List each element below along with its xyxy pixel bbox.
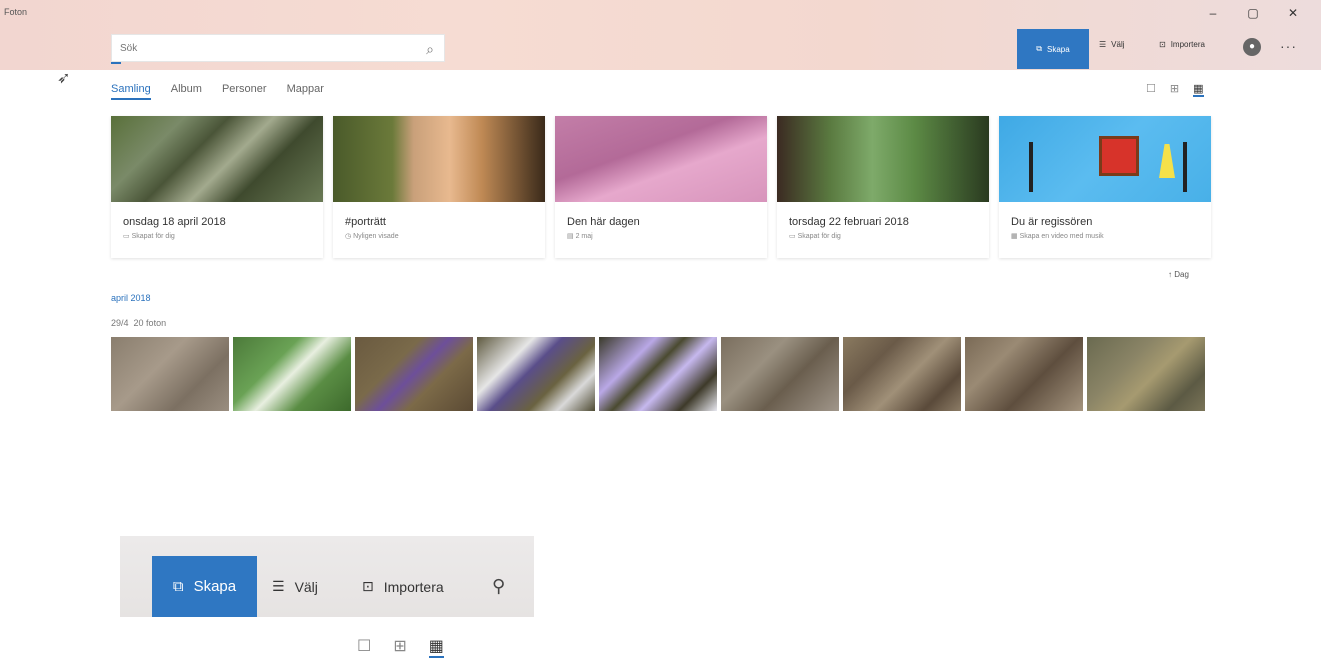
clock-icon: ◷: [345, 233, 352, 240]
card-thumbnail: [999, 116, 1211, 202]
photo-thumbnail[interactable]: [721, 337, 839, 411]
small-view-icon[interactable]: ▦: [428, 636, 444, 658]
large-view-icon[interactable]: ☐: [357, 636, 371, 658]
photo-count: 20 foton: [133, 318, 167, 328]
select-list-icon: ☰: [1099, 40, 1107, 49]
highlight-cards: onsdag 18 april 2018 ▭ Skapat för dig #p…: [111, 116, 1211, 258]
card-subtitle: ▭ Skapat för dig: [123, 233, 175, 240]
inset-valj-button[interactable]: ☰ Välj: [272, 578, 318, 595]
search-input[interactable]: [112, 35, 402, 61]
card-title: #porträtt: [345, 216, 386, 228]
photo-thumbnail[interactable]: [111, 337, 229, 411]
card-title: Du är regissören: [1011, 216, 1093, 228]
photo-thumbnail[interactable]: [1087, 337, 1205, 411]
camera-stand-illustration: [1183, 142, 1187, 192]
inset-skapa-label: Skapa: [193, 578, 237, 595]
photos-window: Foton – ▢ ✕ ⌕ ⧉ Skapa ☰ Välj ⊡ Importera…: [0, 0, 1321, 430]
skapa-button[interactable]: ⧉ Skapa: [1017, 29, 1089, 69]
card-thumbnail: [111, 116, 323, 202]
director-chair-illustration: [1099, 136, 1139, 176]
medium-view-icon[interactable]: ⊞: [393, 636, 406, 658]
video-icon: ▦: [1011, 233, 1018, 240]
album-icon: ▭: [789, 233, 796, 240]
photo-thumbnail[interactable]: [599, 337, 717, 411]
skapa-label: Skapa: [1047, 44, 1070, 54]
photo-thumbnail[interactable]: [355, 337, 473, 411]
close-button[interactable]: ✕: [1283, 6, 1303, 20]
photo-thumbnail[interactable]: [233, 337, 351, 411]
inset-skapa-button[interactable]: ⧉ Skapa: [152, 556, 257, 617]
day-date: 29/4: [111, 318, 129, 328]
importera-button[interactable]: ⊡ Importera: [1159, 40, 1205, 49]
inset-valj-label: Välj: [294, 578, 318, 595]
lamp-illustration: [1159, 144, 1175, 178]
photo-thumbnail[interactable]: [843, 337, 961, 411]
toolbar-zoom-inset: ⧉ Skapa ☰ Välj ⊡ Importera ⚲: [120, 536, 534, 617]
highlight-card[interactable]: torsdag 22 februari 2018 ▭ Skapat för di…: [777, 116, 989, 258]
dag-link[interactable]: ↑ Dag: [1168, 270, 1189, 279]
tab-album[interactable]: Album: [171, 83, 202, 100]
card-subtitle: ◷ Nyligen visade: [345, 233, 399, 240]
valj-label: Välj: [1111, 40, 1125, 49]
light-stand-illustration: [1029, 142, 1033, 192]
import-icon: ⊡: [362, 578, 374, 594]
minimize-button[interactable]: –: [1203, 6, 1223, 20]
more-button[interactable]: ···: [1280, 38, 1297, 54]
large-view-icon[interactable]: ☐: [1146, 82, 1156, 97]
card-thumbnail: [555, 116, 767, 202]
person-icon[interactable]: ⚲: [492, 576, 505, 597]
highlight-card[interactable]: Du är regissören ▦ Skapa en video med mu…: [999, 116, 1211, 258]
photo-thumbnail[interactable]: [477, 337, 595, 411]
create-icon: ⧉: [1036, 44, 1043, 53]
nav-tabs: Samling Album Personer Mappar: [111, 83, 324, 100]
card-title: Den här dagen: [567, 216, 640, 228]
avatar[interactable]: ●: [1243, 38, 1261, 56]
highlight-card[interactable]: #porträtt ◷ Nyligen visade: [333, 116, 545, 258]
search-focus-indicator: [111, 62, 121, 64]
card-subtitle: ▤ 2 maj: [567, 233, 593, 240]
photo-strip: [111, 337, 1205, 411]
create-icon: ⧉: [172, 578, 184, 595]
highlight-card[interactable]: onsdag 18 april 2018 ▭ Skapat för dig: [111, 116, 323, 258]
maximize-button[interactable]: ▢: [1243, 6, 1263, 20]
inset-view-toggles: ☐ ⊞ ▦: [357, 636, 444, 658]
small-view-icon[interactable]: ▦: [1193, 82, 1204, 97]
valj-button[interactable]: ☰ Välj: [1099, 40, 1125, 49]
view-toggles: ☐ ⊞ ▦: [1146, 82, 1204, 97]
card-title: onsdag 18 april 2018: [123, 216, 226, 228]
calendar-icon: ▤: [567, 233, 574, 240]
album-icon: ▭: [123, 233, 130, 240]
card-subtitle: ▭ Skapat för dig: [789, 233, 841, 240]
app-title: Foton: [4, 7, 28, 17]
card-thumbnail: [777, 116, 989, 202]
import-icon: ⊡: [1159, 40, 1166, 49]
card-thumbnail: [333, 116, 545, 202]
mouse-cursor-icon: ➶: [57, 70, 71, 87]
tab-personer[interactable]: Personer: [222, 83, 267, 100]
highlight-card[interactable]: Den här dagen ▤ 2 maj: [555, 116, 767, 258]
importera-label: Importera: [1170, 40, 1205, 49]
tab-mappar[interactable]: Mappar: [287, 83, 324, 100]
tab-samling[interactable]: Samling: [111, 83, 151, 100]
search-icon[interactable]: ⌕: [426, 41, 434, 58]
inset-importera-label: Importera: [383, 578, 444, 595]
inset-importera-button[interactable]: ⊡ Importera: [362, 578, 444, 595]
select-list-icon: ☰: [272, 578, 285, 594]
day-heading: 29/4 20 foton: [111, 318, 166, 328]
photo-thumbnail[interactable]: [965, 337, 1083, 411]
medium-view-icon[interactable]: ⊞: [1170, 82, 1179, 97]
card-title: torsdag 22 februari 2018: [789, 216, 909, 228]
month-heading[interactable]: april 2018: [111, 293, 151, 303]
card-subtitle: ▦ Skapa en video med musik: [1011, 233, 1104, 240]
search-box[interactable]: ⌕: [111, 34, 445, 62]
